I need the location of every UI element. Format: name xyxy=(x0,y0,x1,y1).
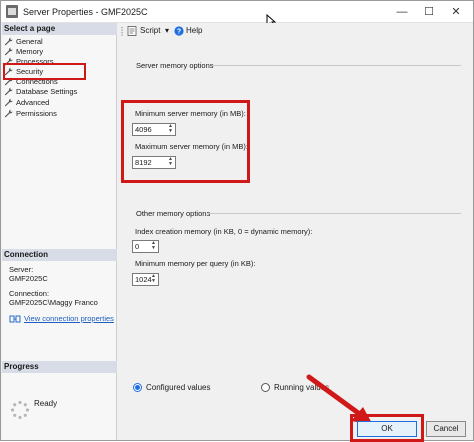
running-values-radio[interactable] xyxy=(261,383,270,392)
query-memory-spin-down-icon[interactable]: ▼ xyxy=(150,279,157,284)
page-item-label: Advanced xyxy=(16,98,50,107)
min-memory-per-query-label: Minimum memory per query (in KB): xyxy=(135,259,256,268)
svg-text:?: ? xyxy=(177,29,181,36)
other-memory-group-divider xyxy=(207,213,461,214)
progress-header: Progress xyxy=(2,361,117,373)
script-dropdown-chevron-icon[interactable]: ▾ xyxy=(165,26,169,35)
wrench-icon xyxy=(4,98,13,107)
page-item-database-settings[interactable]: Database Settings xyxy=(4,87,114,97)
server-label: Server: xyxy=(9,265,34,274)
page-item-label: Database Settings xyxy=(16,87,78,96)
configured-values-label: Configured values xyxy=(146,383,211,392)
page-item-label: Permissions xyxy=(16,109,57,118)
script-button[interactable]: Script xyxy=(140,26,160,35)
page-item-permissions[interactable]: Permissions xyxy=(4,109,114,119)
app-icon xyxy=(6,5,18,18)
page-item-label: General xyxy=(16,37,43,46)
wrench-icon xyxy=(4,109,13,118)
wrench-icon xyxy=(4,87,13,96)
server-memory-group-divider xyxy=(213,65,461,66)
select-page-header: Select a page xyxy=(2,23,117,35)
configured-values-radio[interactable] xyxy=(133,383,142,392)
index-creation-memory-value: 0 xyxy=(135,242,140,251)
connection-properties-icon xyxy=(9,315,21,323)
page-item-memory[interactable]: Memory xyxy=(4,47,114,57)
close-button[interactable]: ✕ xyxy=(447,4,465,20)
index-creation-memory-label: Index creation memory (in KB, 0 = dynami… xyxy=(135,227,313,236)
minimize-button[interactable]: — xyxy=(393,4,411,20)
memory-settings-highlight-box xyxy=(121,100,250,183)
progress-spinner-icon xyxy=(10,400,30,420)
memory-highlight-box xyxy=(3,63,86,80)
maximize-button[interactable]: ☐ xyxy=(420,4,438,20)
title-bar: Server Properties - GMF2025C — ☐ ✕ xyxy=(1,1,473,23)
help-icon[interactable]: ? xyxy=(174,26,184,36)
page-item-general[interactable]: General xyxy=(4,37,114,47)
server-properties-dialog: Server Properties - GMF2025C — ☐ ✕ Selec… xyxy=(0,0,474,442)
connection-header: Connection xyxy=(2,249,117,261)
connection-value: GMF2025C\Maggy Franco xyxy=(9,298,98,307)
toolbar: Script ▾ ? Help xyxy=(118,23,473,39)
min-memory-per-query-input[interactable]: 1024 ▲ ▼ xyxy=(132,273,159,286)
help-button[interactable]: Help xyxy=(186,26,202,35)
window-title: Server Properties - GMF2025C xyxy=(23,7,148,17)
script-icon[interactable] xyxy=(127,26,137,36)
index-creation-memory-input[interactable]: 0 ▲ ▼ xyxy=(132,240,159,253)
wrench-icon xyxy=(4,37,13,46)
other-memory-group-label: Other memory options xyxy=(136,209,211,218)
page-item-label: Memory xyxy=(16,47,44,56)
left-pane: Select a page General Memory Processors Sec… xyxy=(2,23,117,440)
connection-label: Connection: xyxy=(9,289,50,298)
index-memory-spin-down-icon[interactable]: ▼ xyxy=(150,246,157,251)
toolbar-grip-icon xyxy=(121,26,123,36)
server-memory-group-label: Server memory options xyxy=(136,61,214,70)
cancel-button[interactable]: Cancel xyxy=(426,421,466,437)
ok-button-highlight-box xyxy=(350,414,424,442)
progress-status: Ready xyxy=(34,399,58,408)
wrench-icon xyxy=(4,47,13,56)
view-connection-properties-link[interactable]: View connection properties xyxy=(24,314,114,323)
server-value: GMF2025C xyxy=(9,274,48,283)
page-item-advanced[interactable]: Advanced xyxy=(4,98,114,108)
